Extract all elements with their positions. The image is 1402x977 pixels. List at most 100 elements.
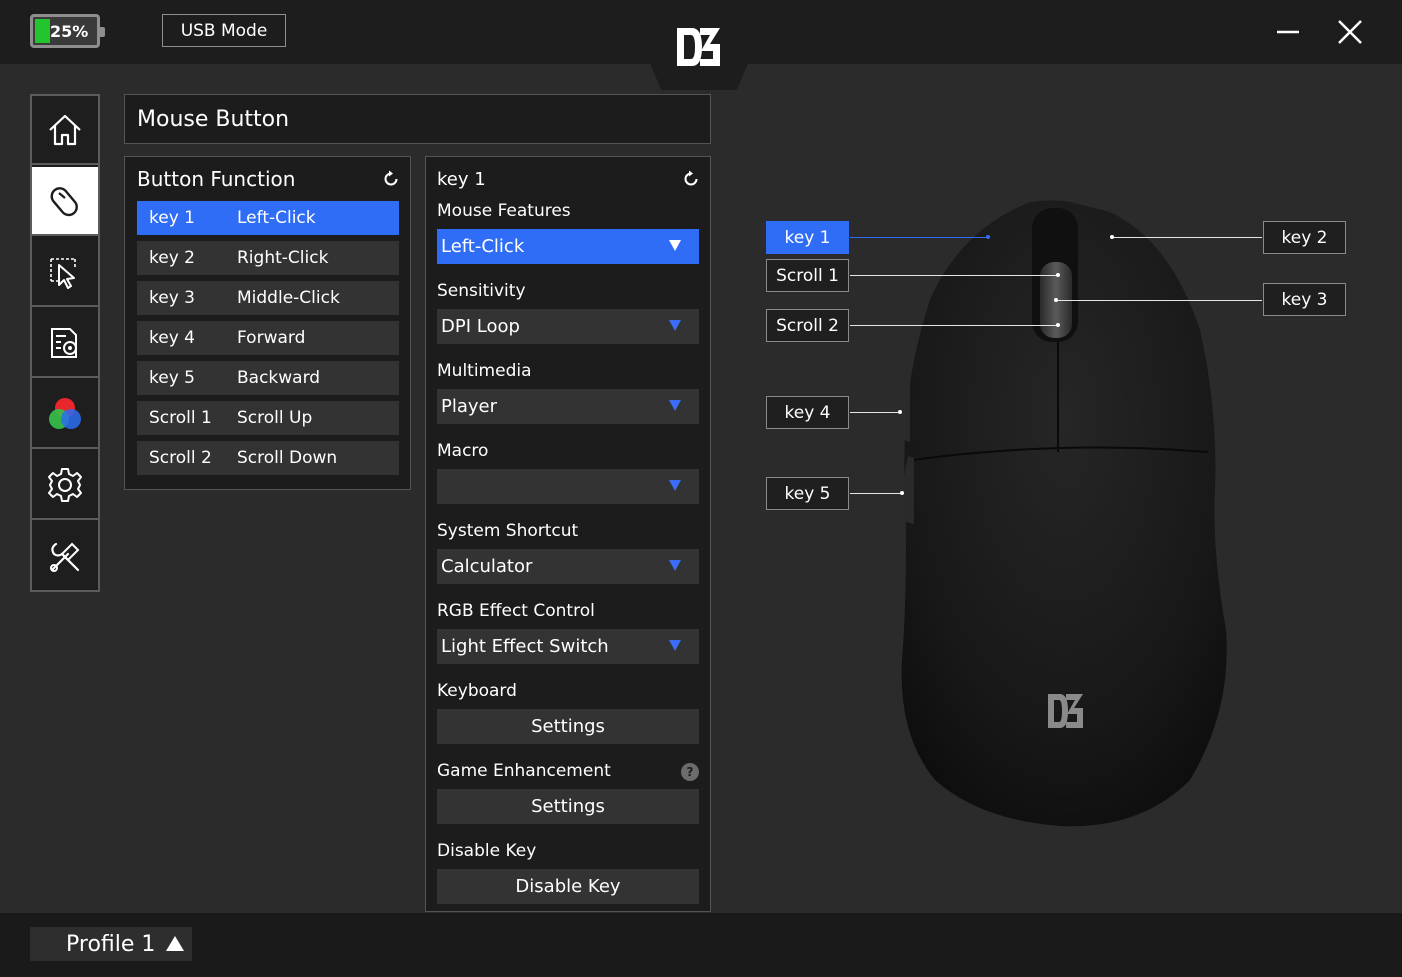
profile-selector-button[interactable]: Profile 1 bbox=[30, 927, 192, 961]
sidebar-item-settings[interactable] bbox=[32, 451, 98, 520]
help-icon[interactable]: ? bbox=[681, 763, 699, 781]
leader-line bbox=[850, 325, 1058, 326]
key-settings-panel: key 1 Mouse Features Left-Click Sensitiv… bbox=[425, 156, 711, 912]
rgb-effect-label: RGB Effect Control bbox=[437, 601, 595, 621]
leader-line bbox=[850, 412, 900, 413]
game-enhancement-label: Game Enhancement bbox=[437, 761, 611, 781]
home-icon bbox=[49, 114, 81, 145]
minimize-icon[interactable] bbox=[1272, 18, 1304, 46]
keyboard-settings-button[interactable]: Settings bbox=[437, 709, 699, 744]
leader-line bbox=[1112, 237, 1262, 238]
system-shortcut-dropdown[interactable]: Calculator bbox=[437, 549, 699, 584]
leader-dot bbox=[986, 235, 990, 239]
macro-dropdown[interactable] bbox=[437, 469, 699, 504]
leader-line bbox=[1056, 300, 1262, 301]
button-row-function: Left-Click bbox=[237, 208, 316, 228]
leader-dot bbox=[1054, 298, 1058, 302]
button-row-key: key 4 bbox=[149, 328, 195, 348]
battery-indicator: 25% bbox=[30, 14, 105, 48]
multimedia-dropdown[interactable]: Player bbox=[437, 389, 699, 424]
document-gear-icon bbox=[51, 327, 77, 358]
leader-line bbox=[850, 275, 1058, 276]
button-row-key4[interactable]: key 4 Forward bbox=[137, 321, 399, 355]
close-icon[interactable] bbox=[1334, 16, 1366, 48]
page-title: Mouse Button bbox=[124, 94, 711, 144]
chevron-down-icon bbox=[669, 400, 681, 411]
button-row-function: Forward bbox=[237, 328, 306, 348]
button-row-key: key 1 bbox=[149, 208, 195, 228]
mouse-features-dropdown[interactable]: Left-Click bbox=[437, 229, 699, 264]
system-shortcut-value: Calculator bbox=[441, 556, 533, 577]
button-function-title: Button Function bbox=[137, 167, 296, 191]
callout-scroll1[interactable]: Scroll 1 bbox=[766, 259, 849, 292]
button-row-key: Scroll 1 bbox=[149, 408, 212, 428]
button-row-key5[interactable]: key 5 Backward bbox=[137, 361, 399, 395]
leader-dot bbox=[1056, 273, 1060, 277]
multimedia-value: Player bbox=[441, 396, 498, 417]
callout-key2[interactable]: key 2 bbox=[1263, 221, 1346, 254]
sidebar-nav bbox=[30, 94, 100, 592]
leader-dot bbox=[1110, 235, 1114, 239]
cursor-select-icon bbox=[50, 257, 76, 289]
button-row-key2[interactable]: key 2 Right-Click bbox=[137, 241, 399, 275]
sidebar-item-lighting[interactable] bbox=[32, 380, 98, 449]
multimedia-label: Multimedia bbox=[437, 361, 532, 381]
button-row-key: key 3 bbox=[149, 288, 195, 308]
chevron-down-icon bbox=[669, 640, 681, 651]
game-enhancement-settings-button[interactable]: Settings bbox=[437, 789, 699, 824]
bottom-bar: Profile 1 bbox=[0, 913, 1402, 977]
sensitivity-value: DPI Loop bbox=[441, 316, 520, 337]
mouse-icon bbox=[50, 186, 78, 216]
rgb-effect-value: Light Effect Switch bbox=[441, 636, 609, 657]
button-row-function: Right-Click bbox=[237, 248, 329, 268]
button-function-panel: Button Function key 1 Left-Click key 2 R… bbox=[124, 156, 411, 490]
disable-key-button[interactable]: Disable Key bbox=[437, 869, 699, 904]
chevron-down-icon bbox=[669, 320, 681, 331]
sidebar-item-performance[interactable] bbox=[32, 238, 98, 307]
connection-mode-button[interactable]: USB Mode bbox=[162, 14, 286, 47]
mouse-features-label: Mouse Features bbox=[437, 201, 571, 221]
gear-icon bbox=[48, 467, 82, 502]
mouse-features-value: Left-Click bbox=[441, 236, 525, 257]
chevron-down-icon bbox=[669, 560, 681, 571]
button-row-function: Scroll Down bbox=[237, 448, 338, 468]
reset-icon[interactable] bbox=[681, 169, 701, 189]
system-shortcut-label: System Shortcut bbox=[437, 521, 579, 541]
battery-percent: 25% bbox=[50, 22, 89, 41]
button-row-scroll2[interactable]: Scroll 2 Scroll Down bbox=[137, 441, 399, 475]
sidebar-item-macro[interactable] bbox=[32, 309, 98, 378]
button-row-function: Scroll Up bbox=[237, 408, 313, 428]
callout-key4[interactable]: key 4 bbox=[766, 396, 849, 429]
callout-key5[interactable]: key 5 bbox=[766, 477, 849, 510]
chevron-down-icon bbox=[669, 240, 681, 251]
button-row-scroll1[interactable]: Scroll 1 Scroll Up bbox=[137, 401, 399, 435]
mouse-diagram: key 1 key 2 Scroll 1 key 3 Scroll 2 key … bbox=[760, 190, 1380, 850]
button-row-key: key 2 bbox=[149, 248, 195, 268]
battery-fill bbox=[35, 19, 50, 43]
button-row-key3[interactable]: key 3 Middle-Click bbox=[137, 281, 399, 315]
button-row-function: Middle-Click bbox=[237, 288, 340, 308]
button-row-key1[interactable]: key 1 Left-Click bbox=[137, 201, 399, 235]
leader-line bbox=[850, 237, 986, 238]
chevron-up-icon bbox=[166, 936, 184, 951]
profile-label: Profile 1 bbox=[66, 931, 156, 957]
battery-nub bbox=[100, 27, 105, 37]
callout-key3[interactable]: key 3 bbox=[1263, 283, 1346, 316]
button-row-key: key 5 bbox=[149, 368, 195, 388]
disable-key-label: Disable Key bbox=[437, 841, 537, 861]
leader-dot bbox=[900, 491, 904, 495]
callout-scroll2[interactable]: Scroll 2 bbox=[766, 309, 849, 342]
keyboard-label: Keyboard bbox=[437, 681, 517, 701]
brand-logo-icon bbox=[677, 28, 720, 66]
button-row-key: Scroll 2 bbox=[149, 448, 212, 468]
sidebar-item-home[interactable] bbox=[32, 96, 98, 165]
rgb-effect-dropdown[interactable]: Light Effect Switch bbox=[437, 629, 699, 664]
leader-dot bbox=[898, 410, 902, 414]
sidebar-item-mouse-button[interactable] bbox=[32, 167, 98, 236]
leader-line bbox=[850, 493, 902, 494]
macro-label: Macro bbox=[437, 441, 489, 461]
sensitivity-dropdown[interactable]: DPI Loop bbox=[437, 309, 699, 344]
callout-key1[interactable]: key 1 bbox=[766, 221, 849, 254]
sidebar-item-tools[interactable] bbox=[32, 522, 98, 591]
reset-icon[interactable] bbox=[381, 169, 401, 189]
